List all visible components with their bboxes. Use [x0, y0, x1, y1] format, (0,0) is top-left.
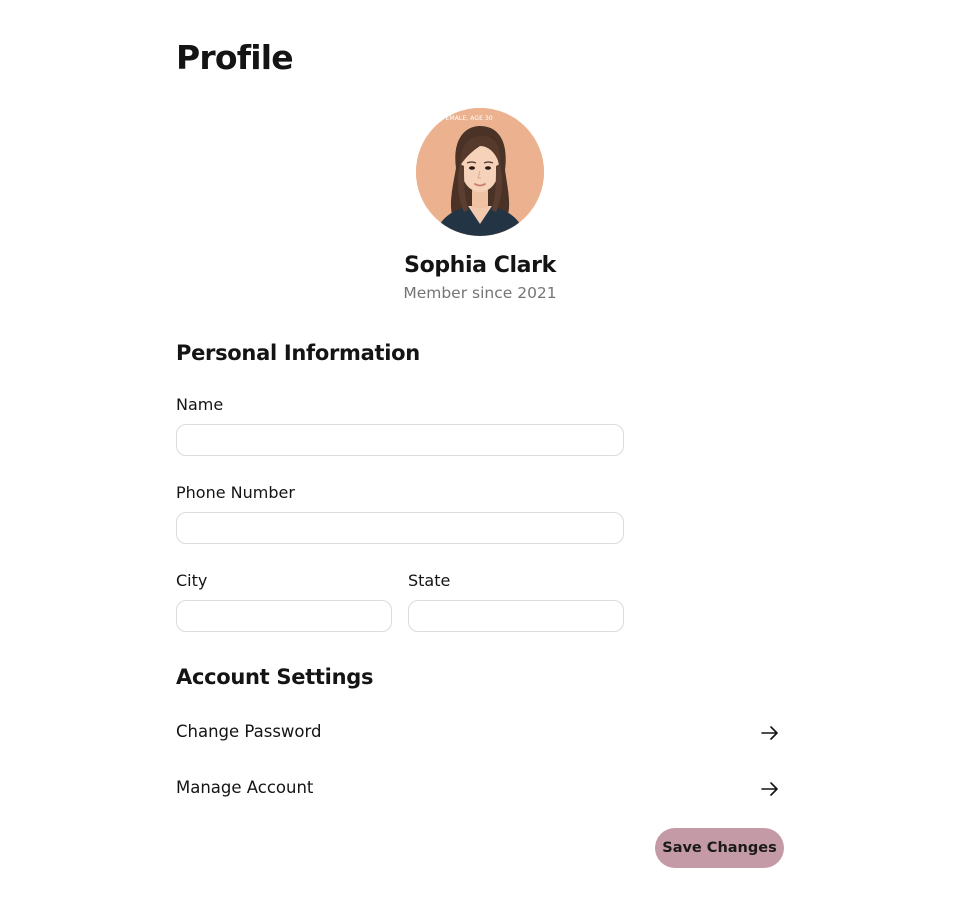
arrow-right-icon — [760, 779, 780, 799]
name-label: Name — [176, 395, 224, 414]
manage-account-item[interactable]: Manage Account — [176, 769, 784, 809]
profile-page: Profile FEMALE, AGE 30 Sophia Clark Memb… — [176, 0, 784, 900]
account-settings-title: Account Settings — [176, 665, 374, 689]
arrow-right-icon — [760, 723, 780, 743]
name-input[interactable] — [176, 424, 624, 456]
avatar-caption: FEMALE, AGE 30 — [442, 115, 493, 122]
avatar-portrait-image — [416, 108, 544, 236]
avatar: FEMALE, AGE 30 — [416, 108, 544, 236]
page-title: Profile — [176, 38, 294, 77]
save-changes-button[interactable]: Save Changes — [655, 828, 784, 868]
user-name: Sophia Clark — [404, 253, 556, 278]
change-password-label: Change Password — [176, 722, 322, 741]
city-label: City — [176, 571, 208, 590]
phone-label: Phone Number — [176, 483, 295, 502]
phone-input[interactable] — [176, 512, 624, 544]
personal-info-title: Personal Information — [176, 341, 420, 365]
city-input[interactable] — [176, 600, 392, 632]
state-label: State — [408, 571, 451, 590]
state-input[interactable] — [408, 600, 624, 632]
change-password-item[interactable]: Change Password — [176, 713, 784, 753]
member-since: Member since 2021 — [403, 284, 557, 302]
manage-account-label: Manage Account — [176, 778, 314, 797]
